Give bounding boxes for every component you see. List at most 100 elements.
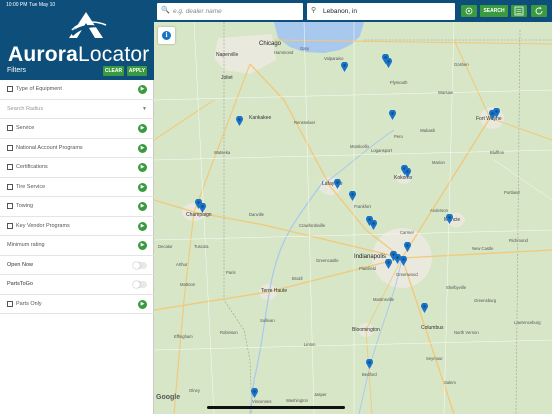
apply-filters-button[interactable]: APPLY xyxy=(127,66,147,76)
checkbox[interactable] xyxy=(7,203,13,209)
city-label: Chicago xyxy=(259,41,282,47)
dealer-marker[interactable] xyxy=(349,191,356,201)
filter-key-vendor-programs[interactable]: Key Vendor Programs ▶ xyxy=(0,217,154,236)
city-label: Logansport xyxy=(371,148,392,153)
list-icon xyxy=(514,6,524,16)
search-button[interactable]: SEARCH xyxy=(480,5,508,17)
map-info-button[interactable]: i xyxy=(158,27,175,44)
logo-word-locator: Locator xyxy=(78,43,150,66)
refresh-icon xyxy=(535,6,543,15)
google-logo: Google xyxy=(156,394,181,401)
dealer-name-input[interactable] xyxy=(173,5,293,18)
chevron-right-icon[interactable]: ▶ xyxy=(138,241,147,250)
city-label: Greenwood xyxy=(396,272,418,277)
filter-label: Service xyxy=(16,125,35,131)
dropdown-caret-icon[interactable]: ▼ xyxy=(142,106,147,112)
dealer-marker[interactable] xyxy=(341,62,348,72)
crosshair-icon xyxy=(465,7,473,15)
status-bar: 10:00 PM Tue May 10 xyxy=(0,0,154,9)
city-label: Wabash xyxy=(420,128,436,133)
filter-label: National Account Programs xyxy=(16,144,83,151)
aurora-locator-logo: AuroraLocator xyxy=(8,10,149,66)
city-label: Indianapolis xyxy=(354,254,387,260)
dealer-marker[interactable] xyxy=(199,203,206,213)
chevron-right-icon[interactable]: ▶ xyxy=(138,163,147,172)
city-label: Mattoon xyxy=(180,282,196,287)
dealer-search-box: 🔍 xyxy=(157,3,303,20)
city-label: Bedford xyxy=(362,372,377,377)
filter-minimum-rating[interactable]: Minimum rating ▶ xyxy=(0,236,154,256)
city-label: Greencastle xyxy=(316,258,339,263)
dealer-marker[interactable] xyxy=(446,214,453,224)
chevron-right-icon[interactable]: ▶ xyxy=(138,85,147,94)
city-label: North Vernon xyxy=(454,330,479,335)
sidebar-header: AuroraLocator Filters CLEAR APPLY xyxy=(0,0,154,80)
list-view-button[interactable] xyxy=(511,5,527,17)
checkbox[interactable] xyxy=(7,222,13,229)
dealer-marker[interactable] xyxy=(366,359,373,369)
city-label: Joliet xyxy=(221,75,233,81)
filter-national-account-programs[interactable]: National Account Programs ▶ xyxy=(0,139,154,158)
city-label: Warsaw xyxy=(438,90,453,95)
clear-filters-button[interactable]: CLEAR xyxy=(103,66,124,76)
filter-search-radius[interactable]: Search Radius ▼ xyxy=(0,100,154,119)
info-icon: i xyxy=(162,31,171,40)
filter-service[interactable]: Service ▶ xyxy=(0,119,154,139)
chevron-right-icon[interactable]: ▶ xyxy=(138,299,147,309)
city-label: Portland xyxy=(504,190,520,195)
city-label: Anderson xyxy=(430,208,448,213)
filter-certifications[interactable]: Certifications ▶ xyxy=(0,158,154,178)
open-now-toggle[interactable] xyxy=(133,261,147,269)
checkbox[interactable] xyxy=(7,144,13,151)
city-label: Jasper xyxy=(314,392,327,397)
city-label: Hammond xyxy=(274,50,294,55)
filter-label: Minimum rating xyxy=(7,242,45,248)
city-label: Bluffton xyxy=(490,150,505,155)
search-icon: 🔍 xyxy=(161,7,170,14)
city-label: Greensburg xyxy=(474,298,497,303)
dealer-marker[interactable] xyxy=(385,259,392,269)
filter-label: Open Now xyxy=(7,261,33,268)
checkbox[interactable] xyxy=(7,125,13,131)
dealer-marker[interactable] xyxy=(251,388,258,398)
refresh-button[interactable] xyxy=(531,5,547,17)
city-label: Watseka xyxy=(214,150,231,155)
chevron-right-icon[interactable]: ▶ xyxy=(138,124,147,133)
city-label: Rensselaer xyxy=(294,120,316,125)
filter-towing[interactable]: Towing ▶ xyxy=(0,197,154,217)
dealer-marker[interactable] xyxy=(404,168,411,178)
map-view[interactable]: Chicago Naperville Joliet Kankakee Fort … xyxy=(154,0,552,414)
chevron-right-icon[interactable]: ▶ xyxy=(138,182,147,192)
city-label: New Castle xyxy=(472,246,494,251)
checkbox[interactable] xyxy=(7,164,13,170)
filter-label: PartsToGo xyxy=(7,281,33,287)
filter-label: Parts Only xyxy=(16,300,42,307)
dealer-marker[interactable] xyxy=(493,108,500,118)
current-location-button[interactable] xyxy=(461,5,477,17)
dealer-marker[interactable] xyxy=(389,110,396,120)
dealer-marker[interactable] xyxy=(421,303,428,313)
chevron-right-icon[interactable]: ▶ xyxy=(138,143,147,153)
dealer-marker[interactable] xyxy=(236,116,243,126)
dealer-marker[interactable] xyxy=(370,220,377,230)
dealer-marker[interactable] xyxy=(334,179,341,189)
filter-tire-service[interactable]: Tire Service ▶ xyxy=(0,178,154,197)
filter-parts-only[interactable]: Parts Only ▶ xyxy=(0,295,154,314)
city-label: Plainfield xyxy=(359,266,376,271)
filter-type-of-equipment[interactable]: Type of Equipment ▶ xyxy=(0,80,154,100)
city-label: Valparaiso xyxy=(324,56,344,61)
filter-label: Certifications xyxy=(16,164,48,170)
checkbox[interactable] xyxy=(7,183,13,190)
chevron-right-icon[interactable]: ▶ xyxy=(138,202,147,211)
checkbox[interactable] xyxy=(7,86,13,92)
home-indicator[interactable] xyxy=(207,406,345,409)
checkbox[interactable] xyxy=(7,300,13,307)
dealer-marker[interactable] xyxy=(400,256,407,266)
dealer-marker[interactable] xyxy=(385,58,392,68)
city-label: Salem xyxy=(444,380,456,385)
parts-to-go-toggle[interactable] xyxy=(133,281,147,288)
chevron-right-icon[interactable]: ▶ xyxy=(138,221,147,231)
location-input[interactable] xyxy=(323,5,443,18)
dealer-marker[interactable] xyxy=(404,242,411,252)
city-label: Washington xyxy=(286,398,308,403)
